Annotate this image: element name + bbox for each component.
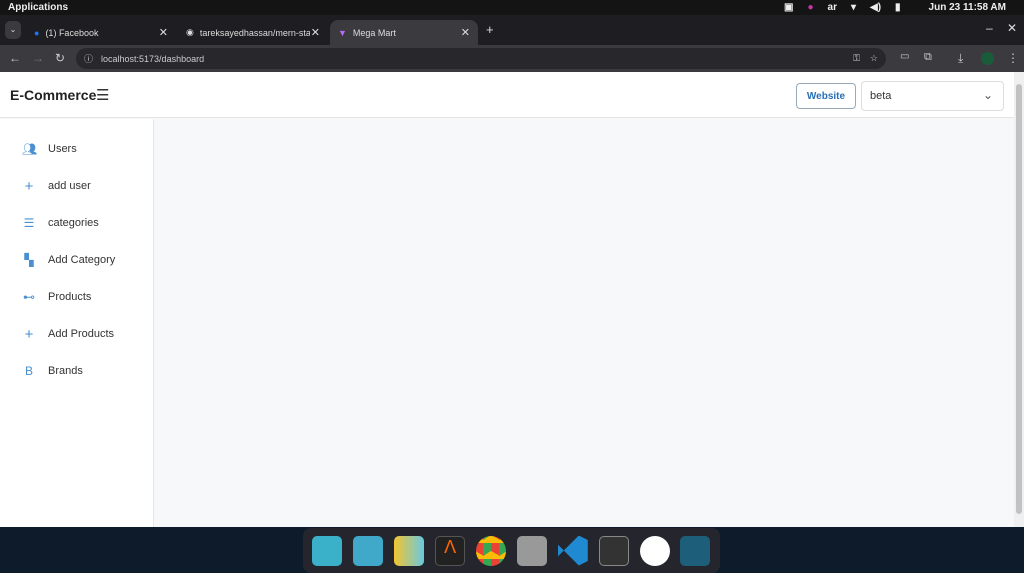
dock-search-app-icon[interactable] bbox=[312, 535, 343, 566]
sidebar-item-add-user[interactable]: + add user bbox=[0, 171, 153, 201]
dock-notes-app-icon[interactable] bbox=[353, 535, 384, 566]
sidebar-item-brands[interactable]: B Brands bbox=[0, 356, 153, 386]
browser-menu-icon[interactable]: ⋮ bbox=[1007, 51, 1019, 65]
dock-files-icon[interactable] bbox=[516, 535, 547, 566]
category-add-icon: ▚ bbox=[24, 253, 34, 267]
download-icon[interactable]: ⤓ bbox=[958, 51, 963, 66]
keyboard-layout[interactable]: ar bbox=[828, 2, 837, 13]
site-info-icon[interactable]: ⓘ bbox=[84, 52, 93, 65]
address-bar: ← → ↻ ⓘ localhost:5173/dashboard ⚿ ☆ ▭ ⧉… bbox=[0, 45, 1024, 72]
sidebar-item-products[interactable]: ⊷ Products bbox=[0, 282, 153, 312]
bookmark-star-icon[interactable]: ☆ bbox=[870, 53, 878, 64]
dock-app-grid-icon[interactable] bbox=[394, 535, 425, 566]
network-manager-icon[interactable]: ▣ bbox=[784, 2, 793, 13]
sidebar-item-label: Add Category bbox=[48, 254, 116, 266]
version-select[interactable]: beta ⌄ bbox=[861, 81, 1004, 111]
website-button[interactable]: Website bbox=[796, 83, 856, 109]
profile-avatar[interactable] bbox=[981, 52, 994, 65]
dock-panel-icon[interactable] bbox=[680, 535, 711, 566]
brand-title: E-Commerce bbox=[10, 87, 97, 103]
main-content bbox=[154, 119, 1014, 527]
new-tab-icon[interactable]: + bbox=[486, 22, 494, 37]
tab-strip: ⌄ ● (1) Facebook ✕ ◉ tareksayedhassan/me… bbox=[0, 15, 1024, 45]
tab-github[interactable]: ◉ tareksayedhassan/mern-sta ✕ bbox=[178, 20, 328, 45]
page: E-Commerce ☰ Website beta ⌄ 👥︎ Users + add… bbox=[0, 72, 1014, 527]
back-icon[interactable]: ← bbox=[9, 51, 21, 65]
minimize-icon[interactable]: – bbox=[986, 21, 993, 35]
app-header: E-Commerce ☰ Website beta ⌄ bbox=[0, 72, 1014, 118]
volume-icon[interactable]: ◀) bbox=[870, 2, 881, 13]
sidebar-item-users[interactable]: 👥︎ Users bbox=[0, 134, 153, 164]
tab-search-button[interactable]: ⌄ bbox=[5, 21, 21, 39]
wifi-icon[interactable]: ▾ bbox=[851, 2, 856, 13]
sidebar-item-label: Users bbox=[48, 143, 77, 155]
sidebar-item-add-products[interactable]: + Add Products bbox=[0, 319, 153, 349]
forward-icon[interactable]: → bbox=[32, 51, 44, 65]
github-icon: ◉ bbox=[186, 27, 194, 37]
tab-label: (1) Facebook bbox=[45, 27, 99, 38]
plus-icon: + bbox=[24, 177, 34, 195]
sidebar-item-label: Add Products bbox=[48, 328, 115, 340]
dock-chrome-icon[interactable] bbox=[476, 535, 506, 566]
plus-icon: + bbox=[24, 325, 34, 343]
sidebar-item-add-category[interactable]: ▚ Add Category bbox=[0, 245, 153, 275]
close-tab-icon[interactable]: ✕ bbox=[311, 26, 320, 39]
reading-mode-icon[interactable]: ▭ bbox=[900, 51, 909, 62]
dock-whatsapp-icon[interactable] bbox=[639, 535, 670, 566]
list-check-icon: ☰ bbox=[23, 216, 35, 230]
chevron-down-icon: ⌄ bbox=[982, 88, 993, 102]
tab-label: Mega Mart bbox=[352, 27, 396, 38]
users-icon: 👥︎ bbox=[22, 142, 38, 156]
dock-alacritty-icon[interactable]: Λ bbox=[435, 535, 466, 566]
url-text: localhost:5173/dashboard bbox=[101, 53, 205, 64]
applications-menu[interactable]: Applications bbox=[8, 2, 68, 13]
dock-vscode-icon[interactable] bbox=[557, 535, 588, 566]
vite-icon: ▼ bbox=[338, 27, 347, 38]
tab-label: tareksayedhassan/mern-sta bbox=[199, 27, 310, 38]
battery-icon[interactable]: ▮ bbox=[895, 2, 901, 13]
dock: Λ bbox=[303, 528, 720, 573]
close-window-icon[interactable]: ✕ bbox=[1007, 21, 1017, 35]
tab-facebook[interactable]: ● (1) Facebook ✕ bbox=[26, 20, 176, 45]
close-tab-icon[interactable]: ✕ bbox=[461, 26, 470, 39]
facebook-icon: ● bbox=[34, 27, 40, 38]
extensions-icon[interactable]: ⧉ bbox=[924, 51, 932, 64]
dock-terminal-icon[interactable] bbox=[598, 535, 629, 566]
sidebar-item-label: add user bbox=[48, 180, 91, 192]
page-scrollbar[interactable] bbox=[1014, 72, 1024, 527]
scrollbar-thumb[interactable] bbox=[1016, 84, 1022, 514]
hamburger-menu-icon[interactable]: ☰ bbox=[96, 86, 109, 104]
close-tab-icon[interactable]: ✕ bbox=[159, 26, 168, 39]
password-key-icon[interactable]: ⚿ bbox=[853, 53, 860, 64]
reload-icon[interactable]: ↻ bbox=[55, 51, 65, 65]
products-icon: ⊷ bbox=[23, 290, 35, 304]
brand-b-icon: B bbox=[24, 364, 33, 378]
sidebar-item-label: Products bbox=[48, 291, 92, 303]
select-value: beta bbox=[870, 90, 892, 102]
app-indicator-icon[interactable]: ● bbox=[807, 2, 813, 13]
sidebar-item-label: Brands bbox=[48, 365, 83, 377]
system-top-bar: Applications ▣ ● ar ▾ ◀) ▮ Jun 23 11:58 … bbox=[0, 0, 1024, 15]
sidebar: 👥︎ Users + add user ☰ categories ▚ Add Categ… bbox=[0, 119, 154, 527]
sidebar-item-label: categories bbox=[48, 217, 99, 229]
clock[interactable]: Jun 23 11:58 AM bbox=[929, 2, 1006, 13]
url-input[interactable]: ⓘ localhost:5173/dashboard ⚿ ☆ bbox=[76, 48, 886, 69]
sidebar-item-categories[interactable]: ☰ categories bbox=[0, 208, 153, 238]
tab-mega-mart[interactable]: ▼ Mega Mart ✕ bbox=[330, 20, 478, 45]
